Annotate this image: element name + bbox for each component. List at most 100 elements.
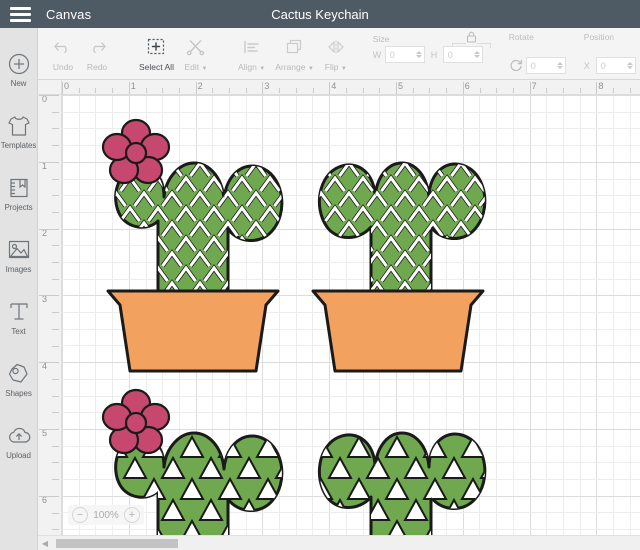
ruler-h-tick bbox=[362, 88, 364, 93]
zoom-level-value: 100% bbox=[93, 509, 119, 521]
select-all-button[interactable]: Select All bbox=[134, 32, 179, 78]
width-stepper[interactable] bbox=[415, 51, 422, 58]
undo-arrow-icon bbox=[53, 36, 73, 58]
spine-triangle bbox=[576, 479, 598, 499]
main-toolbar: Undo Redo Select All Edit ▼ Align ▼ Arra… bbox=[38, 28, 640, 80]
spine-chevron-outline bbox=[93, 298, 112, 311]
zoom-in-button[interactable]: + bbox=[124, 507, 140, 523]
shirt-icon bbox=[6, 113, 32, 139]
flower[interactable] bbox=[101, 118, 171, 185]
spine-chevron-stroke bbox=[508, 253, 527, 266]
height-input[interactable]: 0 bbox=[442, 46, 483, 63]
flower[interactable] bbox=[101, 388, 171, 455]
sidebar-item-text[interactable]: Text bbox=[0, 286, 38, 348]
horizontal-scroll-thumb[interactable] bbox=[56, 538, 178, 548]
spine-chevron bbox=[93, 208, 112, 221]
rotate-input[interactable]: 0 bbox=[525, 57, 566, 74]
spine-triangle bbox=[274, 497, 282, 521]
spine-chevron bbox=[317, 238, 336, 251]
chevron-down-icon: ▼ bbox=[201, 66, 208, 72]
sidebar-label-projects: Projects bbox=[4, 202, 33, 212]
spine-chevron-outline bbox=[258, 264, 282, 283]
chevron-down-icon: ▼ bbox=[307, 66, 314, 72]
lock-icon[interactable] bbox=[466, 30, 477, 48]
size-field-group: Size W 0 H 0 bbox=[365, 28, 497, 80]
cactus-potted-left[interactable] bbox=[79, 118, 336, 373]
spine-chevron-stroke bbox=[436, 265, 458, 282]
spine-triangle bbox=[519, 500, 541, 520]
horizontal-ruler[interactable]: 0123456789 bbox=[62, 80, 640, 95]
zoom-out-button[interactable]: − bbox=[72, 507, 88, 523]
spine-chevron-stroke bbox=[450, 250, 472, 267]
spine-chevron bbox=[79, 283, 98, 296]
cactus-plain-right[interactable] bbox=[272, 431, 617, 535]
spine-chevron-stroke bbox=[508, 283, 527, 296]
select-all-icon bbox=[146, 36, 166, 58]
position-x-stepper[interactable] bbox=[626, 62, 633, 69]
spine-chevron-outline bbox=[303, 223, 322, 236]
sidebar-item-projects[interactable]: Projects bbox=[0, 162, 38, 224]
spine-chevron bbox=[522, 238, 541, 251]
height-stepper[interactable] bbox=[473, 51, 480, 58]
horizontal-scrollbar[interactable]: ◀ bbox=[38, 535, 640, 550]
align-button[interactable]: Align ▼ bbox=[233, 32, 270, 78]
arrange-button[interactable]: Arrange ▼ bbox=[270, 32, 319, 78]
spine-chevron-stroke bbox=[273, 163, 282, 177]
sidebar-item-images[interactable]: Images bbox=[0, 224, 38, 286]
spine-triangle bbox=[500, 479, 522, 499]
design-canvas[interactable] bbox=[62, 95, 640, 535]
ruler-h-label: 4 bbox=[331, 81, 337, 91]
arrange-group: Align ▼ Arrange ▼ Flip ▼ bbox=[225, 28, 361, 80]
spine-chevron-stroke bbox=[366, 163, 388, 177]
rotate-stepper[interactable] bbox=[556, 62, 563, 69]
pot[interactable] bbox=[106, 289, 280, 373]
spine-chevron bbox=[272, 163, 282, 178]
width-input[interactable]: 0 bbox=[384, 46, 425, 63]
spine-chevron bbox=[522, 298, 541, 311]
ruler-h-tick bbox=[379, 88, 381, 93]
cactus-potted-right[interactable] bbox=[284, 161, 541, 373]
canvas-label: Canvas bbox=[46, 6, 92, 22]
spine-chevron-stroke bbox=[289, 178, 308, 191]
spine-chevron-stroke bbox=[522, 208, 541, 221]
spine-chevron-outline bbox=[272, 163, 282, 178]
flower-center bbox=[124, 411, 148, 435]
spine-chevron-outline bbox=[319, 249, 333, 268]
sidebar-item-upload[interactable]: Upload bbox=[0, 410, 38, 472]
size-lock-row[interactable] bbox=[451, 30, 491, 48]
sidebar-label-shapes: Shapes bbox=[5, 388, 32, 398]
spine-chevron-outline bbox=[317, 268, 336, 281]
hamburger-menu-icon[interactable] bbox=[0, 0, 40, 28]
ruler-v-tick bbox=[39, 295, 59, 297]
edit-button[interactable]: Edit ▼ bbox=[179, 32, 213, 78]
spine-chevron-stroke bbox=[303, 163, 322, 176]
spine-triangle bbox=[557, 458, 579, 478]
vertical-ruler[interactable]: 01234567 bbox=[38, 95, 62, 535]
spine-chevron-stroke bbox=[284, 163, 303, 176]
pot[interactable] bbox=[311, 289, 485, 373]
chevron-down-icon: ▼ bbox=[259, 66, 266, 72]
spine-chevron bbox=[317, 268, 336, 281]
ruler-h-tick bbox=[145, 88, 147, 93]
spine-chevron-stroke bbox=[259, 235, 281, 252]
ruler-h-tick bbox=[462, 82, 464, 94]
spine-chevron-outline bbox=[298, 238, 317, 251]
redo-button[interactable]: Redo bbox=[80, 32, 114, 78]
ruler-v-tick bbox=[39, 429, 59, 430]
undo-button[interactable]: Undo bbox=[46, 32, 80, 78]
sidebar-item-new[interactable]: New bbox=[0, 38, 38, 100]
sidebar-item-shapes[interactable]: Shapes bbox=[0, 348, 38, 410]
ruler-v-label: 0 bbox=[42, 95, 48, 104]
position-x-input[interactable]: 0 bbox=[595, 57, 636, 74]
spine-chevron-stroke bbox=[79, 163, 98, 176]
sidebar-item-templates[interactable]: Templates bbox=[0, 100, 38, 162]
horizontal-scroll-track[interactable] bbox=[52, 538, 640, 548]
ruler-h-tick bbox=[312, 88, 314, 93]
spine-chevron-outline bbox=[323, 264, 347, 283]
spine-chevron-outline bbox=[477, 163, 485, 178]
spine-chevron-stroke bbox=[494, 178, 513, 191]
scroll-left-arrow-icon[interactable]: ◀ bbox=[38, 539, 52, 548]
spine-chevron-outline bbox=[508, 223, 527, 236]
cactus-artwork-svg[interactable] bbox=[62, 95, 640, 535]
flip-button[interactable]: Flip ▼ bbox=[319, 32, 353, 78]
